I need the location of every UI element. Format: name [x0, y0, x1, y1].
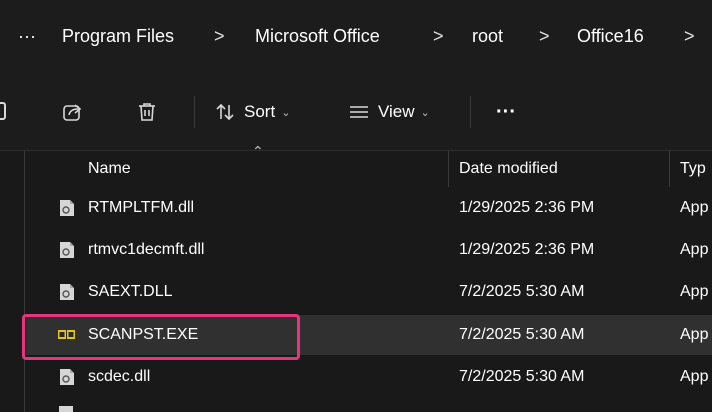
see-more-button[interactable]: ··· — [496, 98, 516, 126]
file-type: App — [680, 241, 709, 258]
column-header-type[interactable]: Typ — [680, 151, 706, 187]
breadcrumb-program-files[interactable]: Program Files — [62, 22, 174, 50]
file-type: App — [680, 326, 709, 343]
dll-file-icon — [60, 242, 74, 258]
column-divider[interactable] — [669, 151, 670, 187]
file-name: rtmvc1decmft.dll — [88, 241, 205, 258]
chevron-right-icon[interactable]: > — [433, 22, 444, 50]
file-type: App — [680, 199, 709, 216]
breadcrumb-office16[interactable]: Office16 — [577, 22, 644, 50]
chevron-down-icon: ⌄ — [281, 106, 291, 119]
cut-icon[interactable] — [0, 102, 6, 120]
command-bar: Sort ⌄ View ⌄ ··· — [0, 72, 712, 151]
view-icon — [350, 106, 368, 118]
file-list: ⌃ Name Date modified Typ RTMPLTFM.dll 1/… — [0, 143, 712, 412]
breadcrumb-more-button[interactable]: ··· — [18, 22, 36, 50]
breadcrumb-microsoft-office[interactable]: Microsoft Office — [255, 22, 380, 50]
dll-file-icon — [60, 200, 74, 216]
address-bar[interactable]: ··· Program Files > Microsoft Office > r… — [0, 0, 712, 73]
file-date: 1/29/2025 2:36 PM — [459, 199, 595, 216]
breadcrumb-root[interactable]: root — [472, 22, 503, 50]
delete-icon — [139, 103, 155, 121]
share-button[interactable] — [62, 98, 84, 126]
file-row[interactable]: SAEXT.DLL 7/2/2025 5:30 AM App — [26, 272, 712, 312]
sort-button[interactable]: Sort ⌄ — [214, 98, 290, 126]
file-row[interactable]: rtmvc1decmft.dll 1/29/2025 2:36 PM App — [26, 230, 712, 270]
file-type: App — [680, 368, 709, 385]
column-header-name[interactable]: Name — [88, 151, 131, 187]
file-row[interactable]: RTMPLTFM.dll 1/29/2025 2:36 PM App — [26, 188, 712, 228]
delete-button[interactable] — [136, 98, 158, 126]
pane-divider — [24, 151, 25, 412]
chevron-right-icon[interactable]: > — [214, 22, 225, 50]
file-row[interactable]: scdec.dll 7/2/2025 5:30 AM App — [26, 357, 712, 397]
view-button[interactable]: View ⌄ — [348, 98, 430, 126]
sort-icon — [216, 103, 234, 121]
sort-ascending-icon: ⌃ — [252, 143, 264, 159]
toolbar-separator — [470, 96, 471, 128]
highlight-annotation — [22, 314, 300, 360]
file-name: SAEXT.DLL — [88, 283, 173, 300]
toolbar-separator — [194, 96, 195, 128]
file-name: RTMPLTFM.dll — [88, 199, 195, 216]
file-name: scdec.dll — [88, 368, 151, 385]
file-date: 7/2/2025 5:30 AM — [459, 326, 585, 343]
dll-file-icon — [60, 369, 74, 385]
file-date: 1/29/2025 2:36 PM — [459, 241, 595, 258]
chevron-down-icon: ⌄ — [420, 106, 430, 119]
file-date: 7/2/2025 5:30 AM — [459, 283, 585, 300]
chevron-right-icon[interactable]: > — [684, 22, 695, 50]
view-label: View — [378, 102, 415, 121]
chevron-right-icon[interactable]: > — [539, 22, 550, 50]
file-date: 7/2/2025 5:30 AM — [459, 368, 585, 385]
partial-file-icon — [59, 406, 73, 412]
share-icon — [63, 104, 82, 121]
sort-label: Sort — [244, 102, 276, 121]
dll-file-icon — [60, 284, 74, 300]
file-type: App — [680, 283, 709, 300]
column-header-date-modified[interactable]: Date modified — [459, 151, 558, 187]
column-divider[interactable] — [448, 151, 449, 187]
